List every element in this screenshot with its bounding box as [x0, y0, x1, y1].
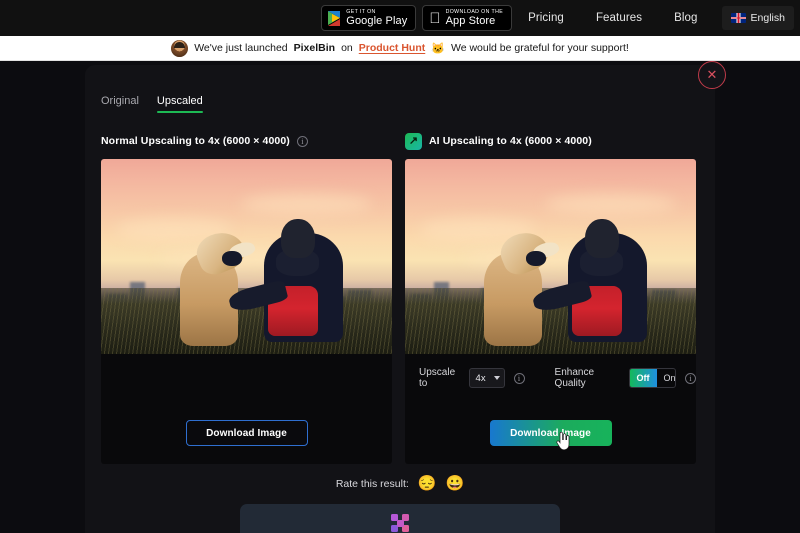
uk-flag-icon — [730, 13, 746, 23]
normal-upscale-controls-spacer — [101, 354, 392, 402]
nav-item-pricing[interactable]: Pricing — [512, 12, 580, 24]
info-icon[interactable]: i — [685, 372, 696, 384]
normal-upscale-image — [101, 159, 392, 354]
result-tabs: Original Upscaled — [85, 65, 715, 113]
info-icon[interactable]: i — [296, 135, 308, 147]
bulk-upscale-promo-card[interactable]: Want to Upscale images in bulk? — [240, 504, 560, 533]
ai-upscale-image — [405, 159, 696, 354]
google-play-badge[interactable]: GET IT ON Google Play — [321, 5, 417, 31]
app-store-label: App Store — [445, 15, 496, 27]
language-label: English — [750, 12, 785, 24]
rate-result-row: Rate this result: 😔 😀 — [85, 476, 715, 491]
normal-upscale-card: Download Image — [101, 159, 392, 464]
rate-result-label: Rate this result: — [335, 477, 409, 490]
nav-item-features[interactable]: Features — [580, 12, 658, 24]
ai-upscale-icon: ↗ — [405, 132, 422, 150]
normal-upscale-header: Normal Upscaling to 4x (6000 × 4000) i — [101, 131, 392, 151]
product-hunt-avatar — [171, 39, 189, 57]
chevron-down-icon — [493, 376, 500, 380]
ai-upscale-header: ↗ AI Upscaling to 4x (6000 × 4000) — [405, 131, 696, 151]
ai-upscale-card: Upscale to 4x i Enhance Quality Off On i — [405, 159, 696, 464]
enhance-option-on[interactable]: On — [657, 369, 675, 387]
enhance-option-off[interactable]: Off — [629, 369, 657, 387]
cat-emoji-icon: 🐱 — [431, 42, 445, 55]
upscale-factor-value: 4x — [475, 372, 486, 384]
normal-download-row: Download Image — [101, 402, 392, 464]
ai-upscale-column: ↗ AI Upscaling to 4x (6000 × 4000) Upsca… — [405, 131, 696, 464]
tab-original[interactable]: Original — [101, 95, 139, 113]
apple-icon:  — [429, 11, 440, 26]
nav-item-blog[interactable]: Blog — [658, 12, 713, 24]
banner-brand: PixelBin — [293, 42, 336, 54]
app-store-badge[interactable]:  Download on the App Store — [422, 5, 513, 31]
site-header: GET IT ON Google Play  Download on the … — [0, 0, 800, 36]
banner-text-mid: on — [341, 42, 353, 54]
ai-download-row: Download Image — [405, 402, 696, 464]
download-image-button-ai[interactable]: Download Image — [489, 420, 612, 446]
enhance-quality-toggle[interactable]: Off On — [628, 368, 676, 388]
upscale-to-label: Upscale to — [419, 367, 456, 389]
language-selector[interactable]: English — [721, 6, 794, 30]
info-icon[interactable]: i — [513, 372, 525, 384]
download-image-button-normal[interactable]: Download Image — [185, 420, 308, 446]
normal-upscale-title: Normal Upscaling to 4x (6000 × 4000) — [101, 135, 290, 147]
grinning-face-emoji[interactable]: 😀 — [445, 476, 464, 491]
upscale-factor-select[interactable]: 4x — [468, 368, 505, 388]
ai-upscale-controls: Upscale to 4x i Enhance Quality Off On i — [405, 354, 696, 402]
comparison-columns: Normal Upscaling to 4x (6000 × 4000) i D… — [85, 113, 715, 464]
google-play-label: Google Play — [346, 15, 408, 27]
hand-pointer-cursor — [555, 432, 569, 450]
banner-text-before: We've just launched — [194, 42, 288, 54]
upscale-result-modal: Original Upscaled Normal Upscaling to 4x… — [85, 65, 715, 533]
google-play-icon — [328, 10, 341, 26]
pixelbin-x-logo — [391, 514, 409, 532]
normal-upscale-column: Normal Upscaling to 4x (6000 × 4000) i D… — [101, 131, 392, 464]
disappointed-face-emoji[interactable]: 😔 — [418, 476, 437, 491]
close-icon[interactable]: ✕ — [698, 61, 726, 89]
tab-upscaled[interactable]: Upscaled — [156, 95, 203, 113]
announcement-banner: We've just launched PixelBin on Product … — [0, 36, 800, 61]
enhance-quality-label: Enhance Quality — [554, 367, 595, 389]
banner-text-after: We would be grateful for your support! — [450, 42, 629, 54]
product-hunt-link[interactable]: Product Hunt — [359, 42, 426, 54]
ai-upscale-title: AI Upscaling to 4x (6000 × 4000) — [429, 135, 592, 147]
